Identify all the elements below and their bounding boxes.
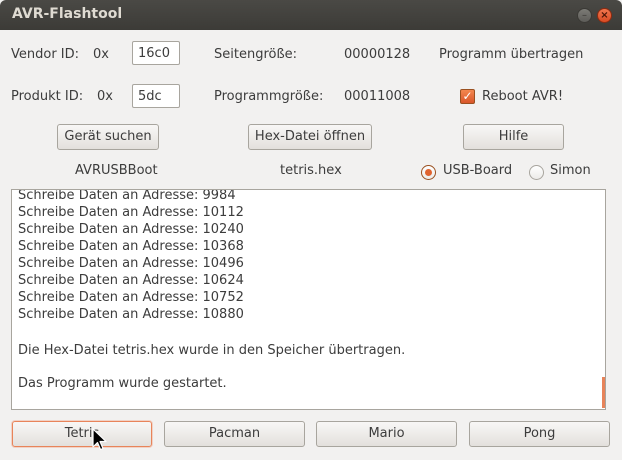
pong-button[interactable]: Pong [469, 421, 610, 447]
reboot-checkbox[interactable]: ✓ [460, 89, 475, 104]
open-hex-button[interactable]: Hex-Datei öffnen [248, 124, 372, 150]
product-id-prefix: 0x [97, 89, 113, 104]
log-line: Schreibe Daten an Adresse: 9984 [18, 189, 236, 203]
page-size-label: Seitengröße: [214, 47, 298, 62]
log-line: Schreibe Daten an Adresse: 10496 [18, 256, 244, 271]
usb-board-radio[interactable] [421, 165, 436, 180]
log-lines: Schreibe Daten an Adresse: 9984 Schreibe… [18, 189, 588, 323]
help-button[interactable]: Hilfe [463, 124, 564, 150]
mario-button[interactable]: Mario [316, 421, 457, 447]
vendor-id-input[interactable] [132, 41, 180, 65]
vendor-id-label: Vendor ID: [11, 47, 80, 62]
window-title: AVR-Flashtool [12, 6, 123, 22]
product-id-input[interactable] [132, 84, 180, 108]
simon-radio[interactable] [529, 165, 544, 180]
device-name: AVRUSBBoot [75, 163, 158, 178]
log-line: Schreibe Daten an Adresse: 10624 [18, 273, 244, 288]
log-line: Schreibe Daten an Adresse: 10368 [18, 239, 244, 254]
simon-label: Simon [550, 163, 591, 178]
log-line: Schreibe Daten an Adresse: 10112 [18, 205, 244, 220]
find-device-button[interactable]: Gerät suchen [57, 124, 159, 150]
page-size-value: 00000128 [344, 47, 411, 62]
reboot-label: Reboot AVR! [482, 89, 564, 104]
minimize-icon[interactable]: – [577, 8, 592, 23]
title-bar[interactable]: AVR-Flashtool – × [0, 0, 622, 30]
pacman-button[interactable]: Pacman [164, 421, 305, 447]
log-scrollbar[interactable] [602, 377, 605, 408]
close-icon[interactable]: × [597, 8, 612, 23]
log-output[interactable]: Schreibe Daten an Adresse: 9984 Schreibe… [11, 189, 606, 410]
log-written-message: Die Hex-Datei tetris.hex wurde in den Sp… [18, 343, 406, 358]
transfer-status: Programm übertragen [439, 47, 584, 62]
program-size-label: Programmgröße: [214, 89, 324, 104]
hex-filename: tetris.hex [280, 163, 342, 178]
tetris-button[interactable]: Tetris [12, 421, 152, 447]
mouse-pointer-icon [92, 428, 107, 451]
vendor-id-prefix: 0x [93, 47, 109, 62]
log-line: Schreibe Daten an Adresse: 10880 [18, 307, 244, 322]
log-line: Schreibe Daten an Adresse: 10752 [18, 290, 244, 305]
log-started-message: Das Programm wurde gestartet. [18, 376, 227, 391]
program-size-value: 00011008 [344, 89, 411, 104]
log-line: Schreibe Daten an Adresse: 10240 [18, 222, 244, 237]
product-id-label: Produkt ID: [11, 89, 84, 104]
usb-board-label: USB-Board [443, 163, 513, 178]
